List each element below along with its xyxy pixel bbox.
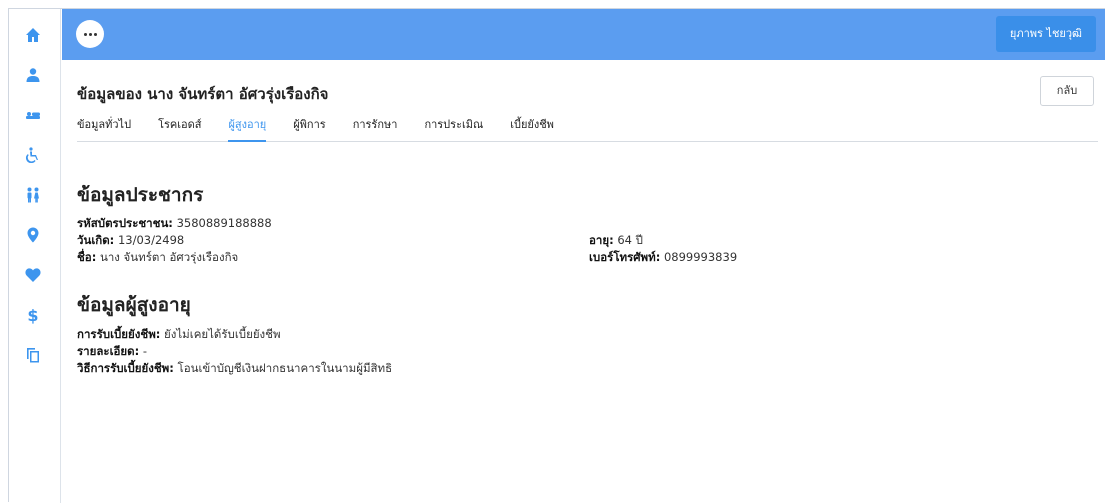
allowance-row: การรับเบี้ยยังชีพ: ยังไม่เคยได้รับเบี้ยย… [77, 326, 281, 344]
dob-value: 13/03/2498 [117, 233, 185, 247]
name-row: ชื่อ: นาง จันทร์ตา อัศวรุ่งเรืองกิจ [77, 249, 238, 267]
app-frame: $ ยุภาพร ไชยวุฒิ ข้อมูลของ นาง จันทร์ตา … [8, 8, 1105, 503]
tab-aids[interactable]: โรคเอดส์ [158, 116, 201, 142]
elderly-section-title: ข้อมูลผู้สูงอายุ [77, 294, 191, 316]
phone-value: 0899993839 [663, 250, 738, 264]
tab-disabled[interactable]: ผู้พิการ [293, 116, 325, 142]
top-bar: ยุภาพร ไชยวุฒิ [62, 9, 1105, 60]
back-button[interactable]: กลับ [1040, 76, 1094, 106]
population-section-title: ข้อมูลประชากร [77, 184, 204, 206]
phone-row: เบอร์โทรศัพท์: 0899993839 [589, 249, 737, 267]
location-icon[interactable] [21, 223, 45, 247]
method-value: โอนเข้าบัญชีเงินฝากธนาคารในนามผู้มีสิทธิ [177, 361, 393, 375]
user-button[interactable]: ยุภาพร ไชยวุฒิ [995, 16, 1096, 52]
phone-label: เบอร์โทรศัพท์: [589, 250, 661, 264]
dob-label: วันเกิด: [77, 233, 115, 247]
dot-icon [88, 32, 92, 36]
dot-icon [93, 32, 97, 36]
tab-elderly[interactable]: ผู้สูงอายุ [228, 116, 267, 142]
id-card-row: รหัสบัตรประชาชน: 3580889188888 [77, 215, 272, 233]
wheelchair-icon[interactable] [21, 143, 45, 167]
age-label: อายุ: [589, 233, 614, 247]
method-row: วิธีการรับเบี้ยยังชีพ: โอนเข้าบัญชีเงินฝ… [77, 360, 392, 378]
dollar-icon[interactable]: $ [21, 303, 45, 327]
page-title: ข้อมูลของ นาง จันทร์ตา อัศวรุ่งเรืองกิจ [77, 85, 329, 103]
name-label: ชื่อ: [77, 250, 97, 264]
tab-allowance[interactable]: เบี้ยยังชีพ [510, 116, 554, 142]
home-icon[interactable] [21, 23, 45, 47]
tab-assessment[interactable]: การประเมิณ [424, 116, 483, 142]
more-menu-button[interactable] [76, 20, 104, 48]
dot-icon [83, 32, 87, 36]
allowance-value: ยังไม่เคยได้รับเบี้ยยังชีพ [164, 327, 281, 341]
person-icon[interactable] [21, 63, 45, 87]
details-value: - [142, 344, 148, 358]
family-icon[interactable] [21, 183, 45, 207]
tab-treatment[interactable]: การรักษา [353, 116, 398, 142]
id-card-label: รหัสบัตรประชาชน: [77, 216, 173, 230]
id-card-value: 3580889188888 [176, 216, 272, 230]
copy-icon[interactable] [21, 343, 45, 367]
age-row: อายุ: 64 ปี [589, 232, 643, 250]
details-row: รายละเอียด: - [77, 343, 147, 361]
bed-icon[interactable] [21, 103, 45, 127]
sidebar: $ [9, 9, 61, 503]
tab-bar: ข้อมูลทั่วไป โรคเอดส์ ผู้สูงอายุ ผู้พิกา… [77, 116, 1098, 142]
heart-icon[interactable] [21, 263, 45, 287]
age-value: 64 ปี [617, 233, 643, 247]
name-value: นาง จันทร์ตา อัศวรุ่งเรืองกิจ [99, 250, 239, 264]
method-label: วิธีการรับเบี้ยยังชีพ: [77, 361, 174, 375]
dob-row: วันเกิด: 13/03/2498 [77, 232, 184, 250]
details-label: รายละเอียด: [77, 344, 140, 358]
allowance-label: การรับเบี้ยยังชีพ: [77, 327, 161, 341]
main-content: ข้อมูลของ นาง จันทร์ตา อัศวรุ่งเรืองกิจ … [62, 60, 1105, 503]
tab-general[interactable]: ข้อมูลทั่วไป [77, 116, 131, 142]
